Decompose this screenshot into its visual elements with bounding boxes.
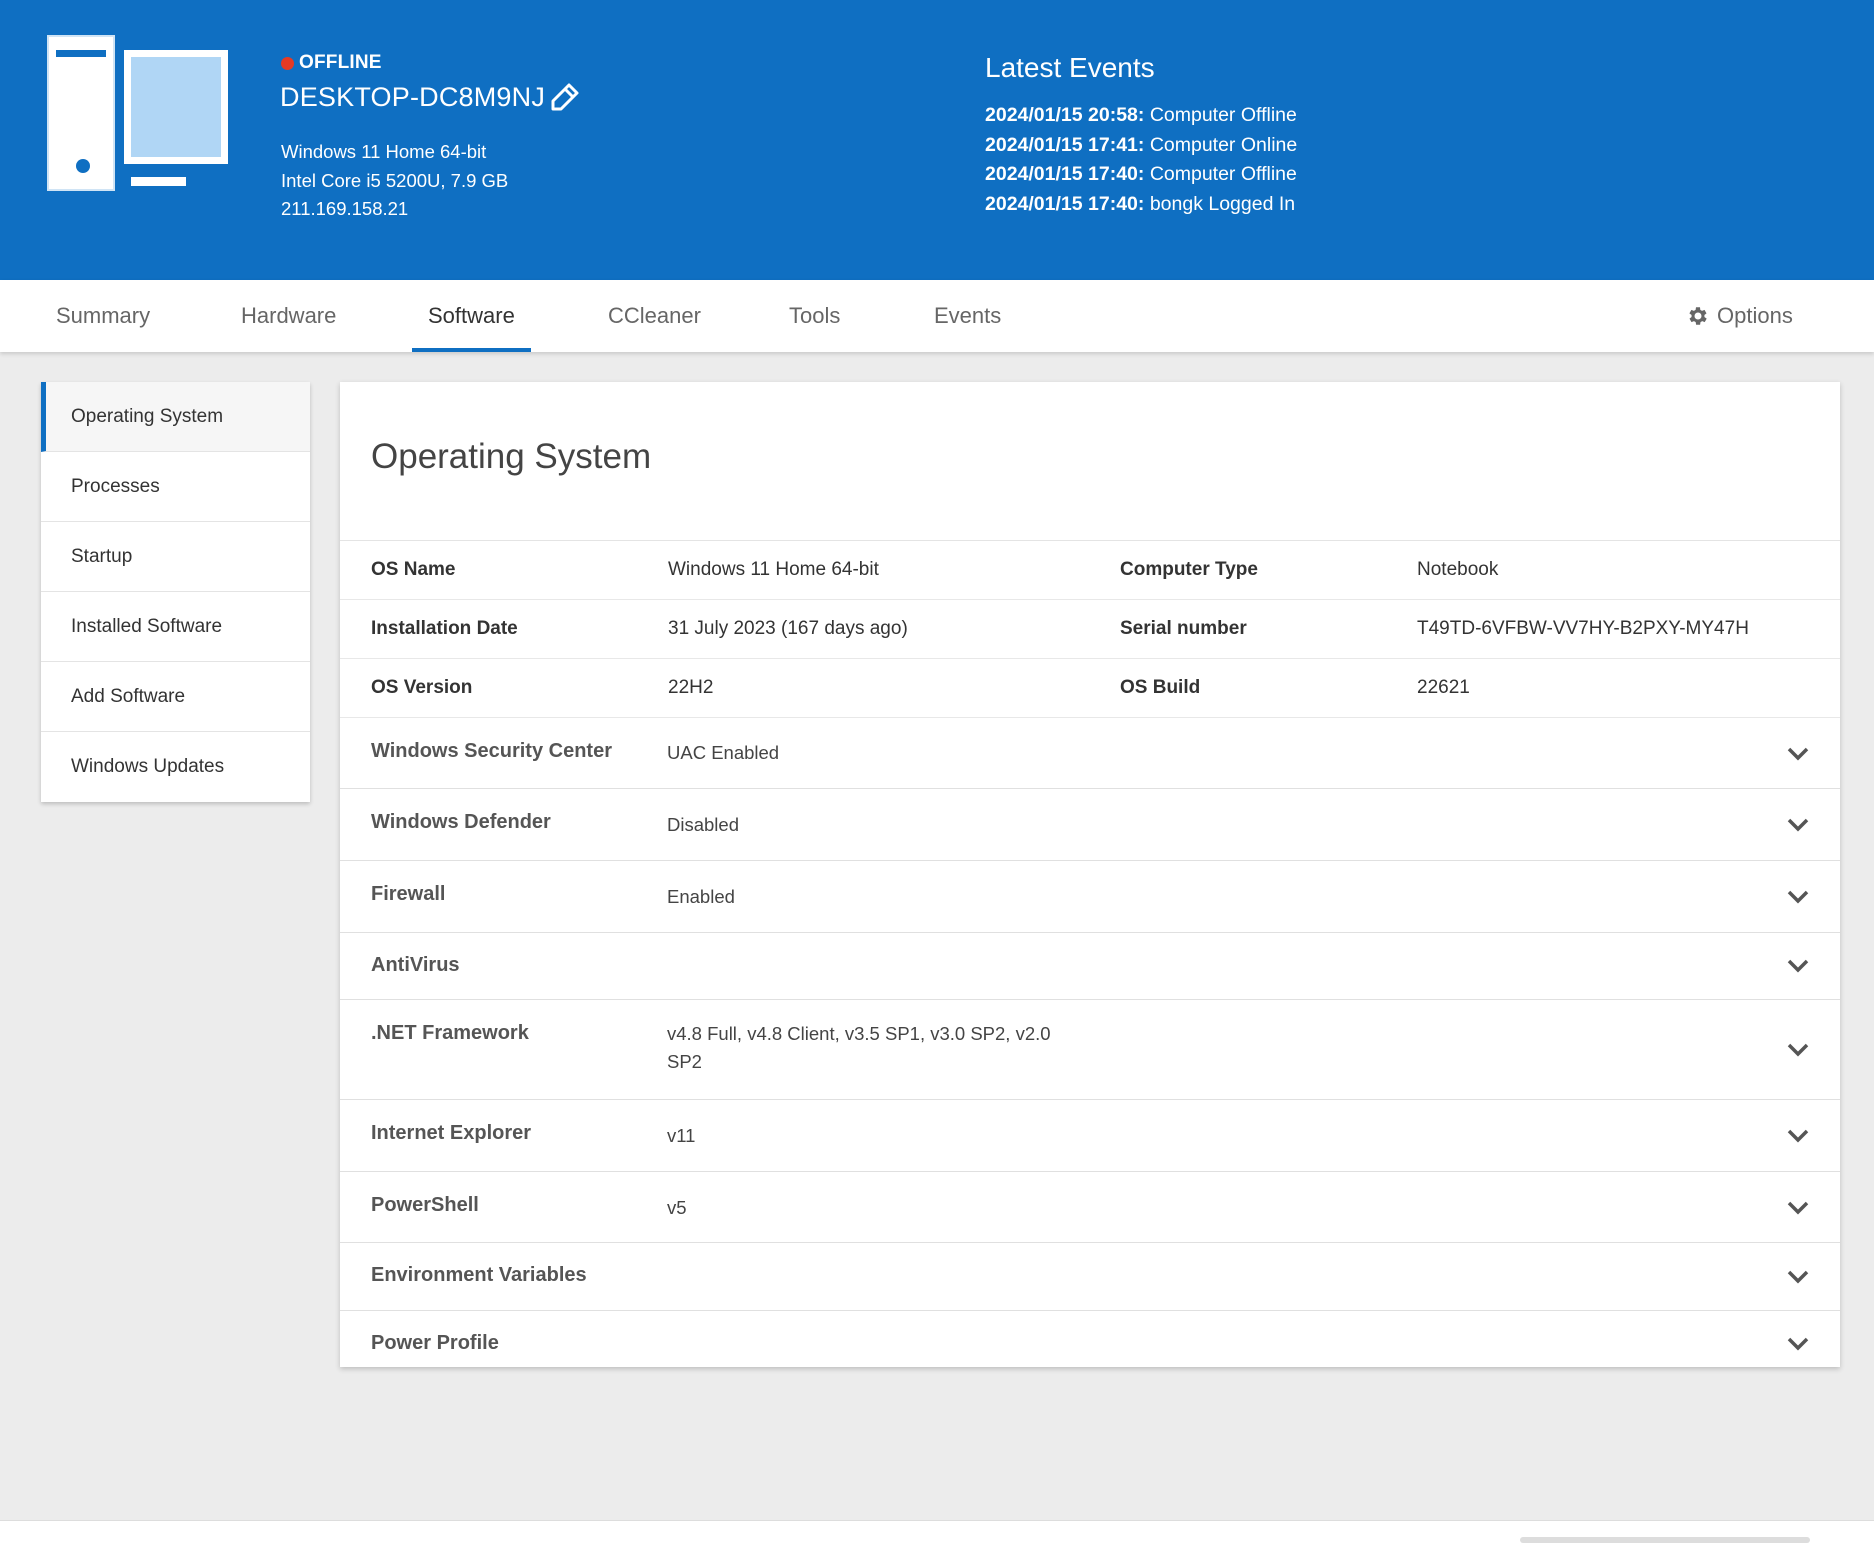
chevron-down-icon [1787, 1129, 1809, 1143]
installation-date-label: Installation Date [371, 618, 518, 639]
accordion-value: v11 [667, 1125, 696, 1146]
accordion-power-profile[interactable]: Power Profile [340, 1311, 1840, 1377]
accordion-net-framework[interactable]: .NET Framework v4.8 Full, v4.8 Client, v… [340, 1000, 1840, 1100]
event-text: Computer Offline [1149, 163, 1297, 185]
tab-events[interactable]: Events [934, 280, 1001, 352]
desktop-computer-icon [47, 35, 228, 191]
computer-type-value: Notebook [1417, 559, 1499, 580]
accordion-internet-explorer[interactable]: Internet Explorer v11 [340, 1100, 1840, 1172]
accordion-value: Disabled [667, 814, 739, 835]
chevron-down-icon [1787, 890, 1809, 904]
cpu-spec: Intel Core i5 5200U, 7.9 GB [281, 169, 509, 191]
chevron-down-icon [1787, 1043, 1809, 1057]
table-row: OS Name Windows 11 Home 64-bit Computer … [340, 541, 1840, 600]
computer-name: DESKTOP-DC8M9NJ [280, 82, 546, 112]
page-title: Operating System [371, 437, 652, 476]
tab-bar: Summary Hardware Software CCleaner Tools… [0, 280, 1874, 352]
sidebar-item-add-software[interactable]: Add Software [41, 662, 310, 732]
accordion-value: v5 [667, 1197, 687, 1218]
accordion-label: Windows Defender [371, 811, 551, 833]
accordion-value: Enabled [667, 886, 735, 907]
accordion-label: .NET Framework [371, 1022, 529, 1044]
accordion-windows-security-center[interactable]: Windows Security Center UAC Enabled [340, 718, 1840, 789]
operating-system-panel: Operating System OS Name Windows 11 Home… [340, 382, 1840, 1367]
accordion-windows-defender[interactable]: Windows Defender Disabled [340, 789, 1840, 861]
os-name-value: Windows 11 Home 64-bit [668, 559, 879, 580]
sidebar-item-processes[interactable]: Processes [41, 452, 310, 522]
os-build-value: 22621 [1417, 677, 1470, 698]
os-info-table: OS Name Windows 11 Home 64-bit Computer … [340, 540, 1840, 1377]
event-time: 2024/01/15 17:40: [985, 163, 1145, 185]
accordion-label: AntiVirus [371, 954, 460, 976]
pencil-edit-icon[interactable] [550, 82, 580, 112]
accordion-value: UAC Enabled [667, 742, 780, 763]
tab-software[interactable]: Software [412, 280, 531, 352]
event-text: Computer Offline [1149, 104, 1297, 126]
table-row: OS Version 22H2 OS Build 22621 [340, 659, 1840, 718]
accordion-label: PowerShell [371, 1194, 479, 1216]
event-text: Computer Online [1149, 133, 1298, 156]
sidebar-item-startup[interactable]: Startup [41, 522, 310, 592]
accordion-antivirus[interactable]: AntiVirus [340, 933, 1840, 1000]
event-time: 2024/01/15 20:58: [985, 104, 1145, 126]
tab-summary[interactable]: Summary [56, 280, 150, 352]
status-dot-icon [281, 56, 294, 70]
accordion-value: v4.8 Full, v4.8 Client, v3.5 SP1, v3.0 S… [667, 1023, 1051, 1072]
computer-specs: Windows 11 Home 64-bit Intel Core i5 520… [281, 138, 508, 224]
event-text: bongk Logged In [1149, 192, 1296, 215]
tab-hardware[interactable]: Hardware [241, 280, 336, 352]
event-item: 2024/01/15 17:40: bongk Logged In [985, 190, 1297, 220]
table-row: Installation Date 31 July 2023 (167 days… [340, 600, 1840, 659]
serial-number-value: T49TD-6VFBW-VV7HY-B2PXY-MY47H [1417, 618, 1749, 639]
sidebar-item-windows-updates[interactable]: Windows Updates [41, 732, 310, 802]
chevron-down-icon [1787, 1201, 1809, 1215]
accordion-label: Power Profile [371, 1332, 499, 1354]
installation-date-value: 31 July 2023 (167 days ago) [668, 618, 908, 639]
chevron-down-icon [1787, 818, 1809, 832]
tab-tools[interactable]: Tools [789, 280, 840, 352]
latest-events-title: Latest Events [985, 52, 1155, 83]
event-item: 2024/01/15 17:41: Computer Online [985, 131, 1297, 161]
accordion-label: Firewall [371, 883, 446, 905]
sidebar-item-operating-system[interactable]: Operating System [41, 382, 310, 452]
status-text: OFFLINE [299, 52, 382, 73]
event-item: 2024/01/15 17:40: Computer Offline [985, 160, 1297, 190]
serial-number-label: Serial number [1120, 618, 1247, 639]
event-time: 2024/01/15 17:41: [985, 133, 1145, 156]
accordion-label: Windows Security Center [371, 740, 612, 762]
chevron-down-icon [1787, 1337, 1809, 1351]
software-sidebar: Operating System Processes Startup Insta… [41, 382, 310, 802]
os-name-label: OS Name [371, 559, 456, 580]
footer-scroll-thumb[interactable] [1520, 1537, 1810, 1543]
accordion-powershell[interactable]: PowerShell v5 [340, 1172, 1840, 1243]
accordion-label: Environment Variables [371, 1264, 587, 1286]
computer-type-label: Computer Type [1120, 559, 1258, 580]
accordion-label: Internet Explorer [371, 1122, 532, 1144]
sidebar-item-installed-software[interactable]: Installed Software [41, 592, 310, 662]
os-build-label: OS Build [1120, 677, 1201, 698]
latest-events-list: 2024/01/15 20:58: Computer Offline 2024/… [985, 101, 1297, 219]
accordion-firewall[interactable]: Firewall Enabled [340, 861, 1840, 933]
event-item: 2024/01/15 20:58: Computer Offline [985, 101, 1297, 131]
os-version-value: 22H2 [668, 677, 714, 698]
chevron-down-icon [1787, 1270, 1809, 1284]
chevron-down-icon [1787, 747, 1809, 761]
connection-status: OFFLINE [281, 52, 382, 74]
tab-ccleaner[interactable]: CCleaner [608, 280, 701, 352]
options-label: Options [1717, 303, 1793, 328]
os-spec: Windows 11 Home 64-bit [281, 141, 487, 162]
event-time: 2024/01/15 17:40: [985, 192, 1145, 215]
options-button[interactable]: Options [1685, 280, 1793, 352]
ip-address: 211.169.158.21 [281, 198, 409, 219]
chevron-down-icon [1787, 959, 1809, 973]
gear-icon [1689, 307, 1707, 325]
computer-header: OFFLINE DESKTOP-DC8M9NJ Windows 11 Home … [0, 0, 1874, 280]
accordion-environment-variables[interactable]: Environment Variables [340, 1243, 1840, 1311]
os-version-label: OS Version [371, 677, 473, 698]
